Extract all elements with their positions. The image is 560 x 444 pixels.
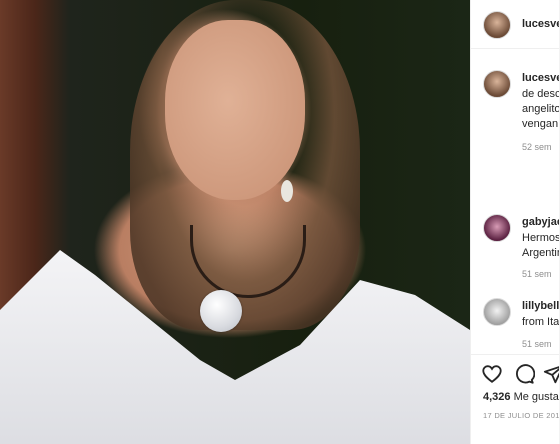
comment-text: Hermos <box>522 232 560 244</box>
comment-time[interactable]: 51 sem <box>522 269 552 279</box>
caption-username[interactable]: lucesvel <box>522 72 560 84</box>
author-avatar[interactable] <box>483 11 511 39</box>
comment-icon[interactable] <box>513 363 535 385</box>
photo-pendant <box>200 290 242 332</box>
photo-earring <box>281 180 293 202</box>
commenter-avatar[interactable] <box>483 214 511 242</box>
comment-item: gabyjac Hermos Argentin 51 sem <box>471 210 560 280</box>
caption-line: de desc <box>522 88 560 100</box>
photo-face <box>165 20 305 200</box>
comment-text: from Ita <box>522 316 560 328</box>
post-actions <box>471 360 560 388</box>
heart-icon[interactable] <box>481 363 503 385</box>
likes-label: Me gusta <box>513 391 559 403</box>
caption-line: angelito <box>522 103 560 115</box>
comment-item: lillybell from Ita 51 sem <box>471 294 560 354</box>
post-photo[interactable] <box>0 0 470 444</box>
share-icon[interactable] <box>543 363 560 385</box>
comment-time[interactable]: 51 sem <box>522 339 552 349</box>
caption: lucesvel de desc angelito vengan 52 sem <box>471 62 560 162</box>
comment-text: Argentin <box>522 247 560 259</box>
post-side-panel: lucesvel lucesvel de desc angelito venga… <box>470 0 560 444</box>
comment-username[interactable]: gabyjac <box>522 216 560 228</box>
likes-number: 4,326 <box>483 391 511 403</box>
header-divider <box>471 48 560 49</box>
header-username[interactable]: lucesvel <box>522 18 560 30</box>
post-date[interactable]: 17 DE JULIO DE 2019 <box>483 411 560 420</box>
post-header: lucesvel <box>471 0 560 48</box>
commenter-avatar[interactable] <box>483 298 511 326</box>
caption-line: vengan <box>522 118 559 130</box>
actions-divider <box>471 354 560 355</box>
caption-time[interactable]: 52 sem <box>522 142 552 152</box>
likes-count[interactable]: 4,326 Me gusta <box>483 391 559 403</box>
caption-avatar[interactable] <box>483 70 511 98</box>
comment-username[interactable]: lillybell <box>522 300 559 312</box>
